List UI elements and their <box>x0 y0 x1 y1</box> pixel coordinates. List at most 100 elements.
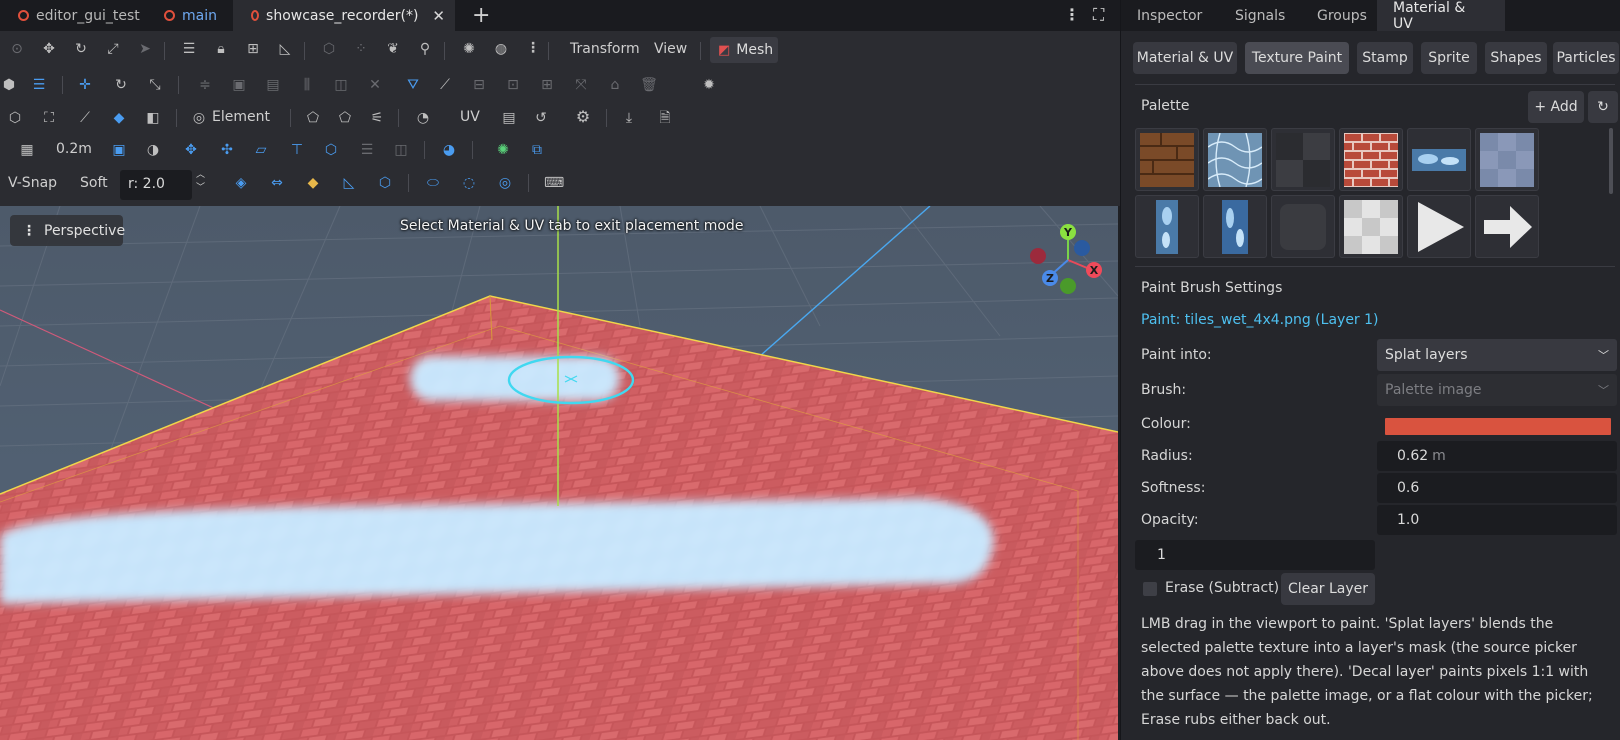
split-icon[interactable]: ◫ <box>332 77 350 93</box>
more-options-icon[interactable]: ⋮ <box>524 40 542 56</box>
kebab-menu-icon[interactable]: ⋮ <box>1064 5 1080 24</box>
pin-icon[interactable]: ⚲ <box>416 41 434 57</box>
subtab-material-uv[interactable]: Material & UV <box>1133 42 1237 74</box>
distraction-free-icon[interactable]: ⛶ <box>1093 5 1104 25</box>
snap-sun-icon[interactable]: ✺ <box>494 142 512 158</box>
rotate-tool-icon[interactable]: ↻ <box>112 77 130 93</box>
subtab-stamp[interactable]: Stamp <box>1357 42 1413 74</box>
tab-main[interactable]: main <box>146 0 227 31</box>
tab-signals[interactable]: Signals <box>1219 0 1301 31</box>
palette-swatch-brick[interactable] <box>1339 128 1403 191</box>
group-icon[interactable]: ⊞ <box>244 41 262 57</box>
vertex-select-icon[interactable]: ⛶ <box>40 110 58 126</box>
mesh-cube-icon[interactable]: ⬡ <box>320 41 338 57</box>
spin-arrows-icon[interactable]: ︿ ﹀ <box>196 169 205 195</box>
frame-icon[interactable]: ▣ <box>230 77 248 93</box>
mesh-menu-button[interactable]: ◩ Mesh <box>710 37 778 63</box>
3d-viewport[interactable]: ⋮ Perspective Select Material & UV tab t… <box>0 206 1118 740</box>
snap-vertex-icon[interactable]: ✣ <box>218 142 236 158</box>
radius-input[interactable]: 0.62 m <box>1377 441 1617 471</box>
snap-sphere-icon[interactable]: ◑ <box>144 142 162 158</box>
element-mode-button[interactable]: Element <box>212 109 270 125</box>
colour-picker-button[interactable] <box>1385 418 1611 435</box>
layer-index-input[interactable]: 1 <box>1135 540 1375 570</box>
note-icon[interactable]: ▤ <box>500 110 518 126</box>
cross-icon[interactable]: ✕ <box>366 77 384 93</box>
paint-target-link[interactable]: Paint: tiles_wet_4x4.png (Layer 1) <box>1141 312 1379 328</box>
move-tool-icon[interactable]: ✛ <box>76 77 94 93</box>
keyboard-icon[interactable]: ⌨ <box>544 175 564 191</box>
extrude-icon[interactable]: ⬠ <box>304 110 322 126</box>
select-mode-icon[interactable]: ⊙ <box>8 41 26 57</box>
snap-pillar-icon[interactable]: ⊤ <box>288 142 306 158</box>
sliders-icon[interactable]: ⚟ <box>368 110 386 126</box>
palette-swatch-play-arrow[interactable] <box>1407 195 1471 258</box>
slice-icon[interactable]: ⊟ <box>470 77 488 93</box>
brush-select[interactable]: Palette image ﹀ <box>1377 374 1617 406</box>
palette-swatch-blue-checker[interactable] <box>1475 128 1539 191</box>
list-select-icon[interactable]: ☰ <box>180 41 198 57</box>
add-palette-button[interactable]: + Add <box>1528 91 1584 123</box>
scatter-icon[interactable]: ⁘ <box>352 41 370 57</box>
measure-icon[interactable]: ◺ <box>340 175 358 191</box>
palette-swatch-ice-strip-2[interactable] <box>1203 195 1267 258</box>
subtab-texture-paint[interactable]: Texture Paint <box>1245 42 1349 74</box>
uv-button[interactable]: UV <box>460 109 480 125</box>
lock-icon[interactable]: 🔒︎ <box>212 41 230 57</box>
softness-input[interactable]: 0.6 <box>1377 473 1617 503</box>
toggle-on-icon[interactable]: ⬭ <box>424 175 442 191</box>
tab-groups[interactable]: Groups <box>1301 0 1383 31</box>
sun-icon[interactable]: ✺ <box>460 41 478 57</box>
highlight-icon[interactable]: ◆ <box>304 175 322 191</box>
doc-icon[interactable]: ▤ <box>264 77 282 93</box>
palette-swatch-transparent[interactable] <box>1339 195 1403 258</box>
opacity-input[interactable]: 1.0 <box>1377 505 1617 535</box>
clear-layer-button[interactable]: Clear Layer <box>1281 573 1375 605</box>
gear-icon[interactable]: ⚙ <box>574 109 592 125</box>
grid-size-value[interactable]: 0.2m <box>56 141 92 157</box>
cube-icon[interactable]: ⬢ <box>0 77 18 93</box>
ruler-icon[interactable]: ◺ <box>276 41 294 57</box>
target-icon[interactable]: ◎ <box>496 175 514 191</box>
undo-icon[interactable]: ↺ <box>532 110 550 126</box>
pentagon-icon[interactable]: ⬠ <box>336 110 354 126</box>
tab-showcase-recorder[interactable]: showcase_recorder(*) ✕ <box>233 0 455 31</box>
add-tab-button[interactable]: + <box>472 3 490 28</box>
checker-icon[interactable]: ◧ <box>144 110 162 126</box>
pie-icon[interactable]: ◔ <box>414 110 432 126</box>
download-icon[interactable]: ⤓ <box>620 110 638 126</box>
paint-icon[interactable]: ◈ <box>232 175 250 191</box>
trash-icon[interactable]: 🗑︎ <box>640 77 658 93</box>
environment-icon[interactable]: ◍ <box>492 41 510 57</box>
subtab-particles[interactable]: Particles <box>1553 42 1619 74</box>
snap-orbit-icon[interactable]: ◕ <box>440 142 458 158</box>
snap-layers-icon[interactable]: ⧉ <box>528 142 546 158</box>
distribute-icon[interactable]: ⫼ <box>298 77 316 93</box>
move-icon[interactable]: ✥ <box>40 41 58 57</box>
weld-icon[interactable]: ⤧ <box>572 77 590 93</box>
hat-icon[interactable]: ⌂ <box>606 77 624 93</box>
palette-swatch-dark-checker[interactable] <box>1271 128 1335 191</box>
snap-split-icon[interactable]: ◫ <box>392 142 410 158</box>
snap-move-icon[interactable]: ✥ <box>182 142 200 158</box>
bucket-icon[interactable]: ⛛ <box>404 77 422 93</box>
tab-editor-gui-test[interactable]: editor_gui_test <box>0 0 150 31</box>
soft-toggle[interactable]: Soft <box>80 175 108 191</box>
subtab-shapes[interactable]: Shapes <box>1485 42 1547 74</box>
document-icon[interactable]: 🗎︎ <box>656 110 674 126</box>
rotate-icon[interactable]: ↻ <box>72 41 90 57</box>
vsnap-toggle[interactable]: V-Snap <box>8 175 57 191</box>
toggle-dashed-icon[interactable]: ◌ <box>460 175 478 191</box>
palette-swatch-wood[interactable] <box>1135 128 1199 191</box>
snap-stack-icon[interactable]: ☰ <box>358 142 376 158</box>
view-menu[interactable]: View <box>654 41 687 57</box>
brush-icon[interactable]: ⟋ <box>436 77 454 93</box>
edge-select-icon[interactable]: ⟋ <box>76 110 94 126</box>
palette-swatch-water[interactable] <box>1203 128 1267 191</box>
snap-plane-icon[interactable]: ▱ <box>252 142 270 158</box>
erase-label[interactable]: Erase (Subtract) <box>1165 580 1279 596</box>
palette-swatch-ice-strip-1[interactable] <box>1135 195 1199 258</box>
scale-tool-icon[interactable]: ⤡ <box>146 77 164 93</box>
palette-swatch-fog[interactable] <box>1271 195 1335 258</box>
orientation-gizmo[interactable]: Y X Z <box>1030 224 1110 294</box>
